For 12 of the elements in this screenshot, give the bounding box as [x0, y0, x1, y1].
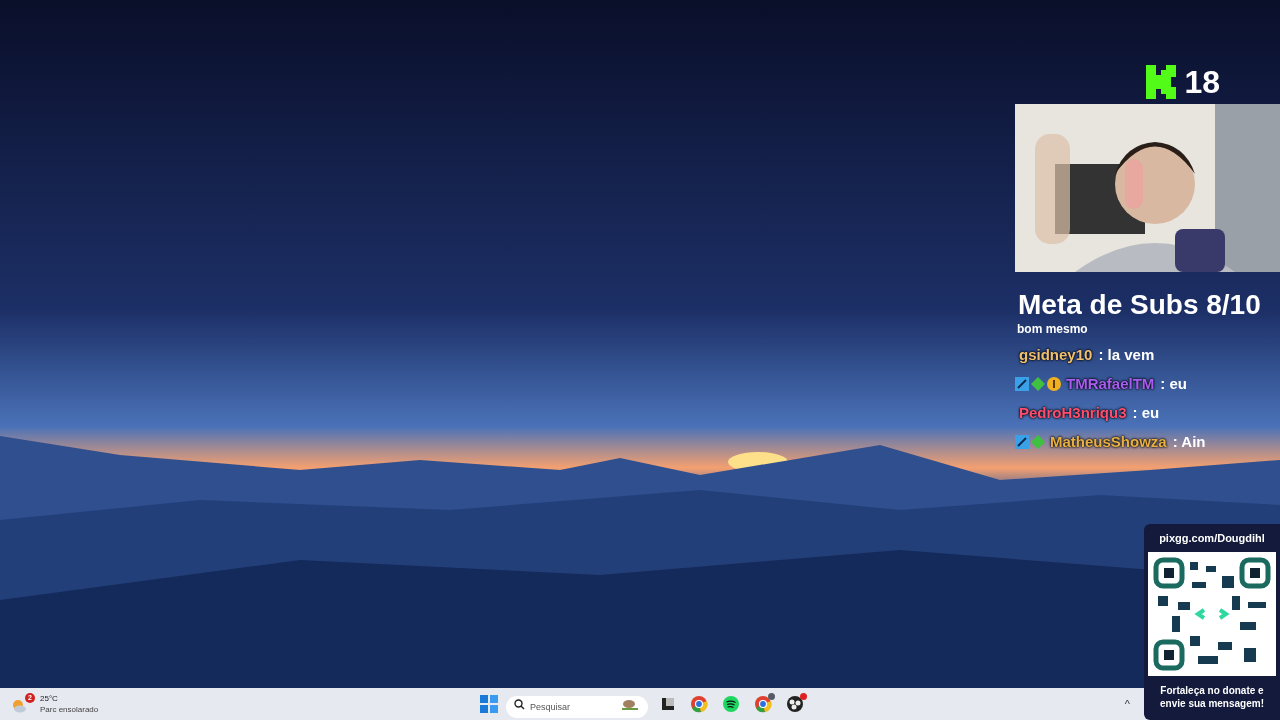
tray-chevron[interactable]: ^ [1124, 695, 1130, 713]
obs-icon[interactable] [786, 695, 804, 713]
weather-condition: Parc ensolarado [40, 704, 99, 715]
chrome-icon[interactable] [754, 695, 772, 713]
donation-message: Fortaleça no donate e envie sua mensagem! [1159, 683, 1265, 710]
spotify-icon[interactable] [722, 695, 740, 713]
temperature: 25°C [40, 693, 59, 704]
start-icon[interactable] [480, 695, 498, 713]
search-field[interactable]: Pesquisar [506, 696, 648, 718]
search-icon [514, 699, 525, 710]
chrome-icon[interactable] [690, 695, 708, 713]
task-view-icon[interactable] [660, 696, 676, 712]
